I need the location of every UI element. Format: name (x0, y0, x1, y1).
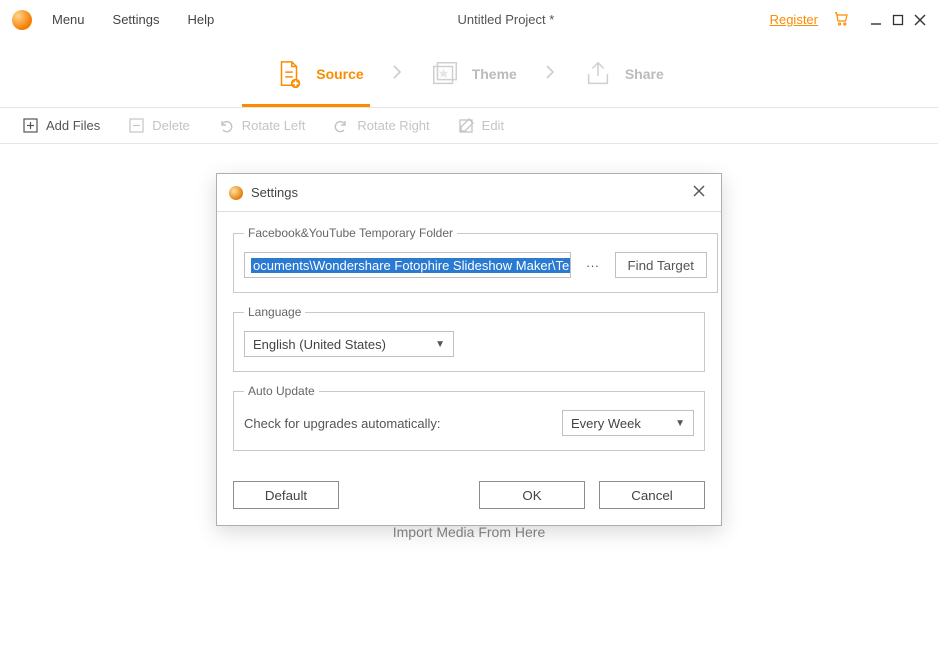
edit-icon (458, 118, 474, 134)
group-temp-folder: Facebook&YouTube Temporary Folder ocumen… (233, 226, 718, 293)
step-source[interactable]: Source (274, 59, 363, 89)
step-theme-label: Theme (472, 66, 517, 82)
dialog-close-icon[interactable] (689, 181, 709, 204)
dialog-title: Settings (251, 185, 298, 200)
app-icon-small (229, 186, 243, 200)
add-files-button[interactable]: Add Files (22, 118, 100, 134)
project-title: Untitled Project * (242, 12, 769, 27)
step-source-label: Source (316, 66, 363, 82)
dialog-titlebar: Settings (217, 174, 721, 212)
document-add-icon (274, 59, 304, 89)
share-icon (583, 59, 613, 89)
chevron-right-icon-2 (545, 65, 555, 82)
edit-button: Edit (458, 118, 504, 134)
update-frequency-value: Every Week (571, 416, 675, 431)
group-auto-update: Auto Update Check for upgrades automatic… (233, 384, 705, 451)
auto-update-label: Check for upgrades automatically: (244, 416, 441, 431)
app-icon (12, 10, 32, 30)
rotate-left-icon (218, 118, 234, 134)
update-frequency-select[interactable]: Every Week ▼ (562, 410, 694, 436)
window-right-group: Register (770, 9, 926, 30)
rotate-left-label: Rotate Left (242, 118, 306, 133)
theme-icon (430, 59, 460, 89)
cart-icon[interactable] (832, 9, 850, 30)
default-button[interactable]: Default (233, 481, 339, 509)
rotate-right-label: Rotate Right (357, 118, 429, 133)
group-auto-update-legend: Auto Update (244, 384, 319, 398)
chevron-down-icon-2: ▼ (675, 418, 685, 429)
step-share-label: Share (625, 66, 664, 82)
dialog-actions: Default OK Cancel (217, 481, 721, 525)
settings-dialog: Settings Facebook&YouTube Temporary Fold… (216, 173, 722, 526)
delete-button: Delete (128, 118, 190, 134)
group-temp-folder-legend: Facebook&YouTube Temporary Folder (244, 226, 457, 240)
minimize-icon[interactable] (870, 14, 882, 26)
step-theme[interactable]: Theme (430, 59, 517, 89)
ok-button[interactable]: OK (479, 481, 585, 509)
import-hint: Import Media From Here (0, 524, 938, 540)
menu-help[interactable]: Help (188, 12, 215, 27)
add-files-label: Add Files (46, 118, 100, 133)
temp-folder-input[interactable]: ocuments\Wondershare Fotophire Slideshow… (244, 252, 571, 278)
plus-box-icon (22, 118, 38, 134)
register-link[interactable]: Register (770, 12, 818, 27)
language-select-value: English (United States) (253, 337, 435, 352)
group-language-legend: Language (244, 305, 305, 319)
chevron-right-icon (392, 65, 402, 82)
chevron-down-icon: ▼ (435, 339, 445, 350)
close-icon[interactable] (914, 14, 926, 26)
group-language: Language English (United States) ▼ (233, 305, 705, 372)
rotate-left-button: Rotate Left (218, 118, 306, 134)
minus-box-icon (128, 118, 144, 134)
edit-label: Edit (482, 118, 504, 133)
step-share[interactable]: Share (583, 59, 664, 89)
language-select[interactable]: English (United States) ▼ (244, 331, 454, 357)
rotate-right-button: Rotate Right (333, 118, 429, 134)
temp-folder-value: ocuments\Wondershare Fotophire Slideshow… (251, 258, 571, 273)
cancel-button[interactable]: Cancel (599, 481, 705, 509)
menubar: Menu Settings Help Untitled Project * Re… (0, 0, 938, 40)
stepper: Source Theme Share (0, 40, 938, 108)
rotate-right-icon (333, 118, 349, 134)
menu-settings[interactable]: Settings (113, 12, 160, 27)
find-target-button[interactable]: Find Target (615, 252, 707, 278)
maximize-icon[interactable] (892, 14, 904, 26)
menu-menu[interactable]: Menu (52, 12, 85, 27)
active-step-underline (242, 104, 370, 107)
window-controls (870, 14, 926, 26)
delete-label: Delete (152, 118, 190, 133)
browse-button[interactable]: ··· (579, 252, 607, 278)
toolbar: Add Files Delete Rotate Left Rotate Righ… (0, 108, 938, 144)
